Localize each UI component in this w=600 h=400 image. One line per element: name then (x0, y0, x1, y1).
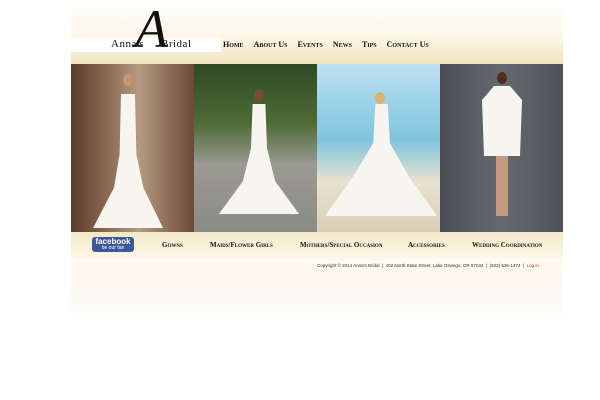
footer-copyright: Copyright © 2014 Anna's Bridal (317, 263, 380, 268)
nav-mothers-special-occasion[interactable]: Mothers/Special Occasion (300, 241, 382, 249)
photo-strip (71, 64, 563, 232)
top-nav: Home About Us Events News Tips Contact U… (223, 40, 439, 49)
header: A Anna's Bridal Home About Us Events New… (71, 0, 563, 64)
bottom-nav: facebook be our fan Gowns Maids/Flower G… (71, 232, 563, 258)
footer-glow (71, 258, 563, 328)
footer-phone: (503) 636-1474 (489, 263, 521, 268)
footer: Copyright © 2014 Anna's Bridal | 402 Nor… (317, 263, 539, 268)
nav-news[interactable]: News (333, 40, 352, 49)
nav-accessories[interactable]: Accessories (408, 241, 445, 249)
footer-address: 402 North State Street, Lake Oswego, OR … (385, 263, 484, 268)
facebook-sub: be our fan (101, 245, 125, 251)
logo-name-right: Bridal (161, 38, 192, 50)
nav-gowns[interactable]: Gowns (162, 241, 183, 249)
nav-wedding-coordination[interactable]: Wedding Coordination (472, 241, 542, 249)
nav-about-us[interactable]: About Us (254, 40, 288, 49)
photo-bridal-gown-back (71, 64, 194, 232)
nav-contact-us[interactable]: Contact Us (387, 40, 429, 49)
photo-short-dress (440, 64, 563, 232)
logo[interactable]: A Anna's Bridal (111, 2, 201, 58)
login-link[interactable]: Log in (527, 263, 539, 268)
facebook-button[interactable]: facebook be our fan (92, 237, 134, 252)
nav-home[interactable]: Home (223, 40, 244, 49)
photo-bridal-gown-beach (317, 64, 440, 232)
nav-events[interactable]: Events (297, 40, 322, 49)
nav-maids-flower-girls[interactable]: Maids/Flower Girls (210, 241, 273, 249)
nav-tips[interactable]: Tips (362, 40, 377, 49)
logo-name-left: Anna's (111, 38, 145, 50)
page: A Anna's Bridal Home About Us Events New… (71, 0, 563, 400)
photo-bridal-gown-forest (194, 64, 317, 232)
